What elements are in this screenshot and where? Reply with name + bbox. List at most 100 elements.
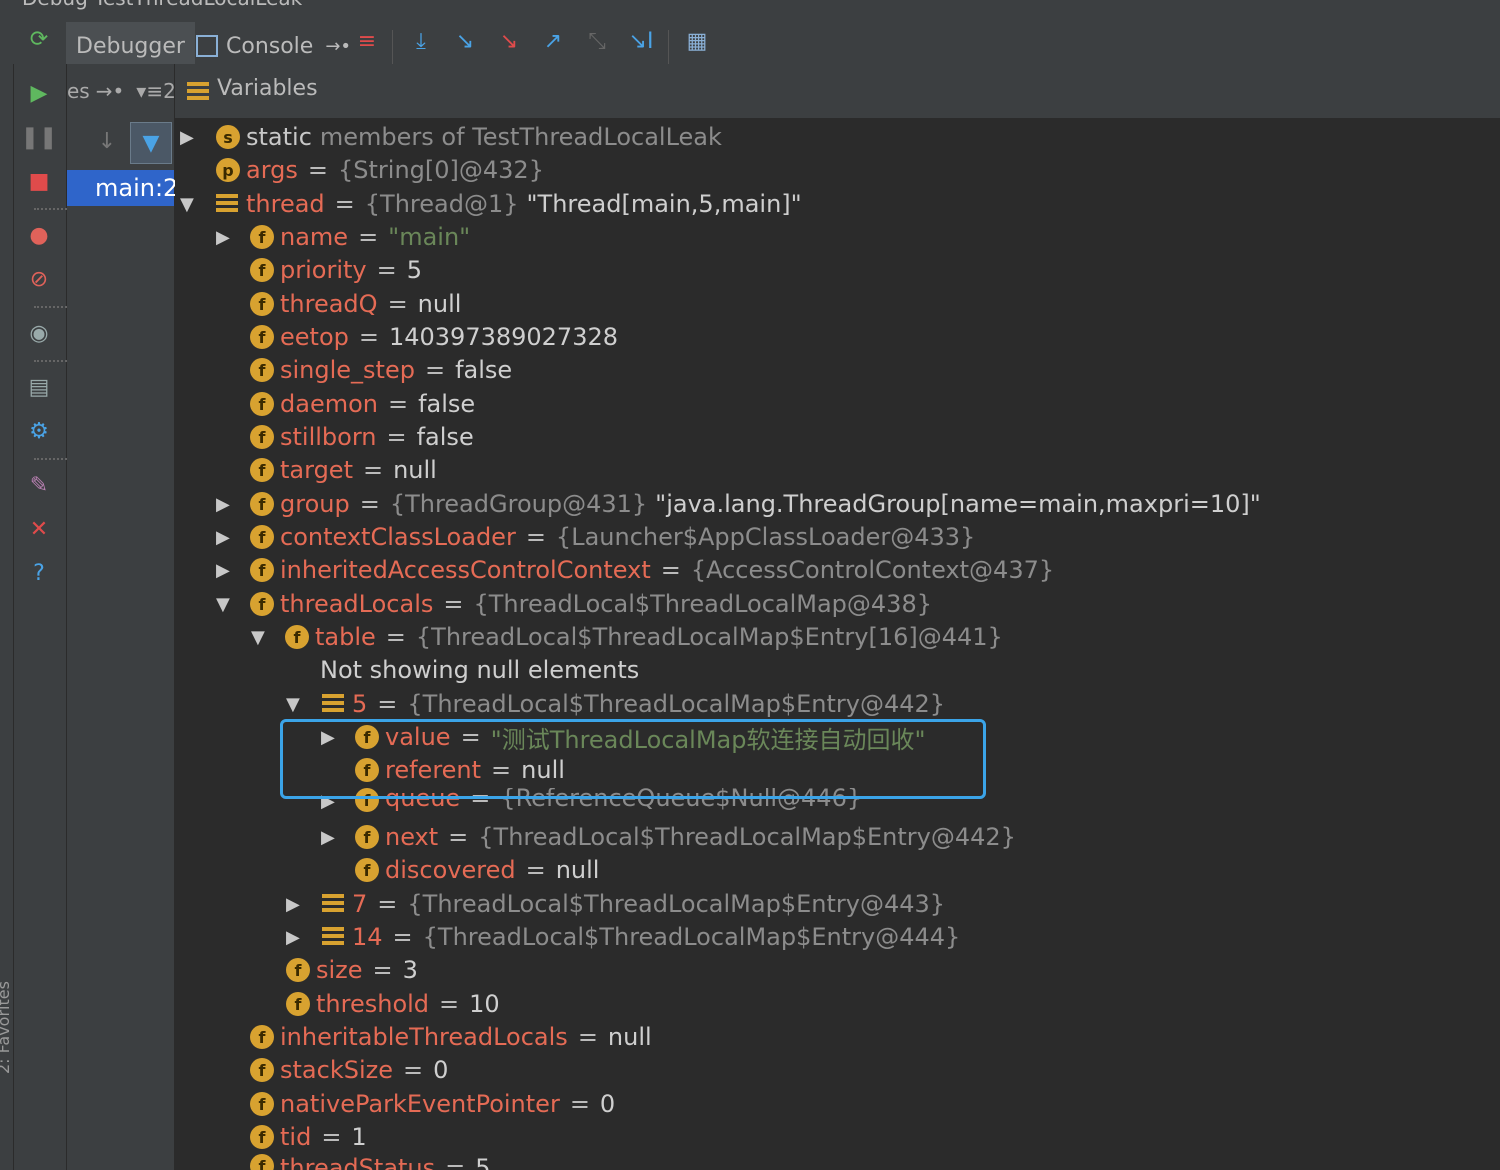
var-value: 0 <box>599 1090 616 1118</box>
tree-row-size[interactable]: f size = 3 <box>286 954 418 986</box>
field-badge-icon: f <box>250 1058 274 1082</box>
expand-arrow-icon[interactable]: ▶ <box>216 227 236 248</box>
expand-arrow-icon[interactable]: ▶ <box>321 827 341 848</box>
field-badge-icon: f <box>250 558 274 582</box>
tree-row-inheritable-thread-locals[interactable]: f inheritableThreadLocals = null <box>250 1021 652 1053</box>
tree-row-single-step[interactable]: f single_step = false <box>250 354 512 386</box>
rerun-icon[interactable]: ⟳ <box>24 22 54 56</box>
expand-arrow-icon[interactable]: ▶ <box>286 927 306 948</box>
stop-icon[interactable]: ■ <box>22 166 56 196</box>
force-step-into-icon[interactable]: ↘ <box>494 24 524 58</box>
step-over-icon[interactable]: ⤓ <box>406 24 436 58</box>
settings-gear-icon[interactable]: ⚙ <box>22 416 56 446</box>
favorites-label[interactable]: 2: Favorites <box>0 981 13 1074</box>
left-edge-strip: 2: Favorites <box>0 64 14 1170</box>
pin-tab-icon[interactable]: →• <box>96 79 125 103</box>
var-name: 14 <box>352 923 383 951</box>
tree-row-eetop[interactable]: f eetop = 140397389027328 <box>250 321 618 353</box>
collapse-arrow-icon[interactable]: ▼ <box>216 594 236 615</box>
expand-arrow-icon[interactable]: ▶ <box>286 894 306 915</box>
tree-row-stack-size[interactable]: f stackSize = 0 <box>250 1054 448 1086</box>
show-execution-point-icon[interactable]: ≡ <box>352 24 382 58</box>
expand-arrow-icon[interactable]: ▶ <box>216 527 236 548</box>
restore-layout-icon[interactable]: ▤ <box>22 372 56 402</box>
view-breakpoints-icon[interactable]: ● <box>22 220 56 250</box>
equals-sign: = <box>392 923 413 951</box>
array-element-icon <box>322 694 344 714</box>
close-icon[interactable]: ✕ <box>22 514 56 544</box>
tree-row-threshold[interactable]: f threshold = 10 <box>286 988 500 1020</box>
var-ref: {ThreadGroup@431} <box>389 490 648 518</box>
equals-sign: = <box>424 356 446 384</box>
pause-icon[interactable]: ❚❚ <box>21 122 58 152</box>
step-into-icon[interactable]: ↘ <box>450 24 480 58</box>
var-string-value: "main" <box>388 223 471 251</box>
evaluate-expression-icon[interactable]: ▦ <box>682 24 712 58</box>
var-name: 5 <box>352 690 368 718</box>
equals-sign: = <box>377 890 398 918</box>
step-out-icon[interactable]: ↗ <box>538 24 568 58</box>
tree-row-discovered[interactable]: f discovered = null <box>355 854 599 886</box>
collapse-arrow-icon[interactable]: ▼ <box>286 694 306 715</box>
collapse-arrow-icon[interactable]: ▼ <box>180 194 200 215</box>
tree-row-entry-5[interactable]: ▼ 5 = {ThreadLocal$ThreadLocalMap$Entry@… <box>286 688 945 720</box>
tree-row-target[interactable]: f target = null <box>250 454 437 486</box>
tree-row-next[interactable]: ▶ f next = {ThreadLocal$ThreadLocalMap$E… <box>321 821 1016 853</box>
tree-row-static[interactable]: ▶ s static members of TestThreadLocalLea… <box>180 121 722 153</box>
layout-icon[interactable]: ▾≡2 <box>136 79 176 103</box>
tree-row-group[interactable]: ▶ f group = {ThreadGroup@431} "java.lang… <box>216 488 1261 520</box>
var-name: next <box>385 823 439 851</box>
run-to-cursor-icon[interactable]: ↘I <box>626 24 656 58</box>
tree-row-inherited-acc[interactable]: ▶ f inheritedAccessControlContext = {Acc… <box>216 554 1054 586</box>
equals-sign: = <box>439 990 460 1018</box>
tree-row-tid[interactable]: f tid = 1 <box>250 1121 367 1153</box>
get-thread-dump-icon[interactable]: ◉ <box>22 318 56 348</box>
object-icon <box>216 194 238 214</box>
equals-sign: = <box>386 423 407 451</box>
tree-row-thread[interactable]: ▼ thread = {Thread@1} "Thread[main,5,mai… <box>180 188 802 220</box>
expand-arrow-icon[interactable]: ▶ <box>216 560 236 581</box>
var-name: priority <box>280 256 367 284</box>
tree-row-entry-14[interactable]: ▶ 14 = {ThreadLocal$ThreadLocalMap$Entry… <box>286 921 960 953</box>
tree-row-table[interactable]: ▼ f table = {ThreadLocal$ThreadLocalMap$… <box>251 621 1003 653</box>
down-arrow-icon[interactable]: ↓ <box>95 126 119 156</box>
tree-row-args[interactable]: p args = {String[0]@432} <box>216 154 544 186</box>
field-badge-icon: f <box>286 992 310 1016</box>
tree-row-priority[interactable]: f priority = 5 <box>250 254 422 286</box>
tree-row-thread-locals[interactable]: ▼ f threadLocals = {ThreadLocal$ThreadLo… <box>216 588 932 620</box>
equals-sign: = <box>577 1023 598 1051</box>
frame-main[interactable]: main:2 <box>67 170 178 206</box>
var-name: stackSize <box>280 1056 393 1084</box>
field-badge-icon: f <box>250 592 274 616</box>
tree-row-daemon[interactable]: f daemon = false <box>250 388 475 420</box>
pin-tab-icon[interactable]: →• <box>325 36 351 57</box>
tree-row-thread-status[interactable]: f threadStatus = 5 <box>250 1154 491 1170</box>
expand-arrow-icon[interactable]: ▶ <box>216 494 236 515</box>
tab-console[interactable]: Console →• <box>196 22 351 70</box>
filter-frames-button[interactable]: ▼ <box>130 122 172 164</box>
frames-header: es →• ▾≡2 <box>67 74 176 108</box>
var-description: members of TestThreadLocalLeak <box>319 123 722 151</box>
tree-row-name[interactable]: ▶ f name = "main" <box>216 221 470 253</box>
tree-row-entry-7[interactable]: ▶ 7 = {ThreadLocal$ThreadLocalMap$Entry@… <box>286 888 945 920</box>
resume-icon[interactable]: ▶ <box>22 78 56 108</box>
tab-debugger[interactable]: Debugger <box>66 22 195 70</box>
tree-row-threadq[interactable]: f threadQ = null <box>250 288 461 320</box>
mute-breakpoints-icon[interactable]: ⊘ <box>22 264 56 294</box>
toolbar-separator <box>668 30 669 64</box>
tree-row-stillborn[interactable]: f stillborn = false <box>250 421 474 453</box>
tree-row-context-class-loader[interactable]: ▶ f contextClassLoader = {Launcher$AppCl… <box>216 521 975 553</box>
pin-icon[interactable]: ✎ <box>22 470 56 500</box>
var-value: false <box>418 390 476 418</box>
expand-arrow-icon[interactable]: ▶ <box>180 127 200 148</box>
var-value: 1 <box>351 1123 367 1151</box>
var-name: daemon <box>280 390 378 418</box>
drop-frame-icon[interactable]: ⤡ <box>582 24 612 58</box>
equals-sign: = <box>525 523 546 551</box>
var-ref: {ThreadLocal$ThreadLocalMap$Entry@442} <box>407 690 946 718</box>
var-value: false <box>416 423 474 451</box>
collapse-arrow-icon[interactable]: ▼ <box>251 627 271 648</box>
tree-row-native-park[interactable]: f nativeParkEventPointer = 0 <box>250 1088 615 1120</box>
help-icon[interactable]: ? <box>22 558 56 588</box>
equals-sign: = <box>387 290 408 318</box>
